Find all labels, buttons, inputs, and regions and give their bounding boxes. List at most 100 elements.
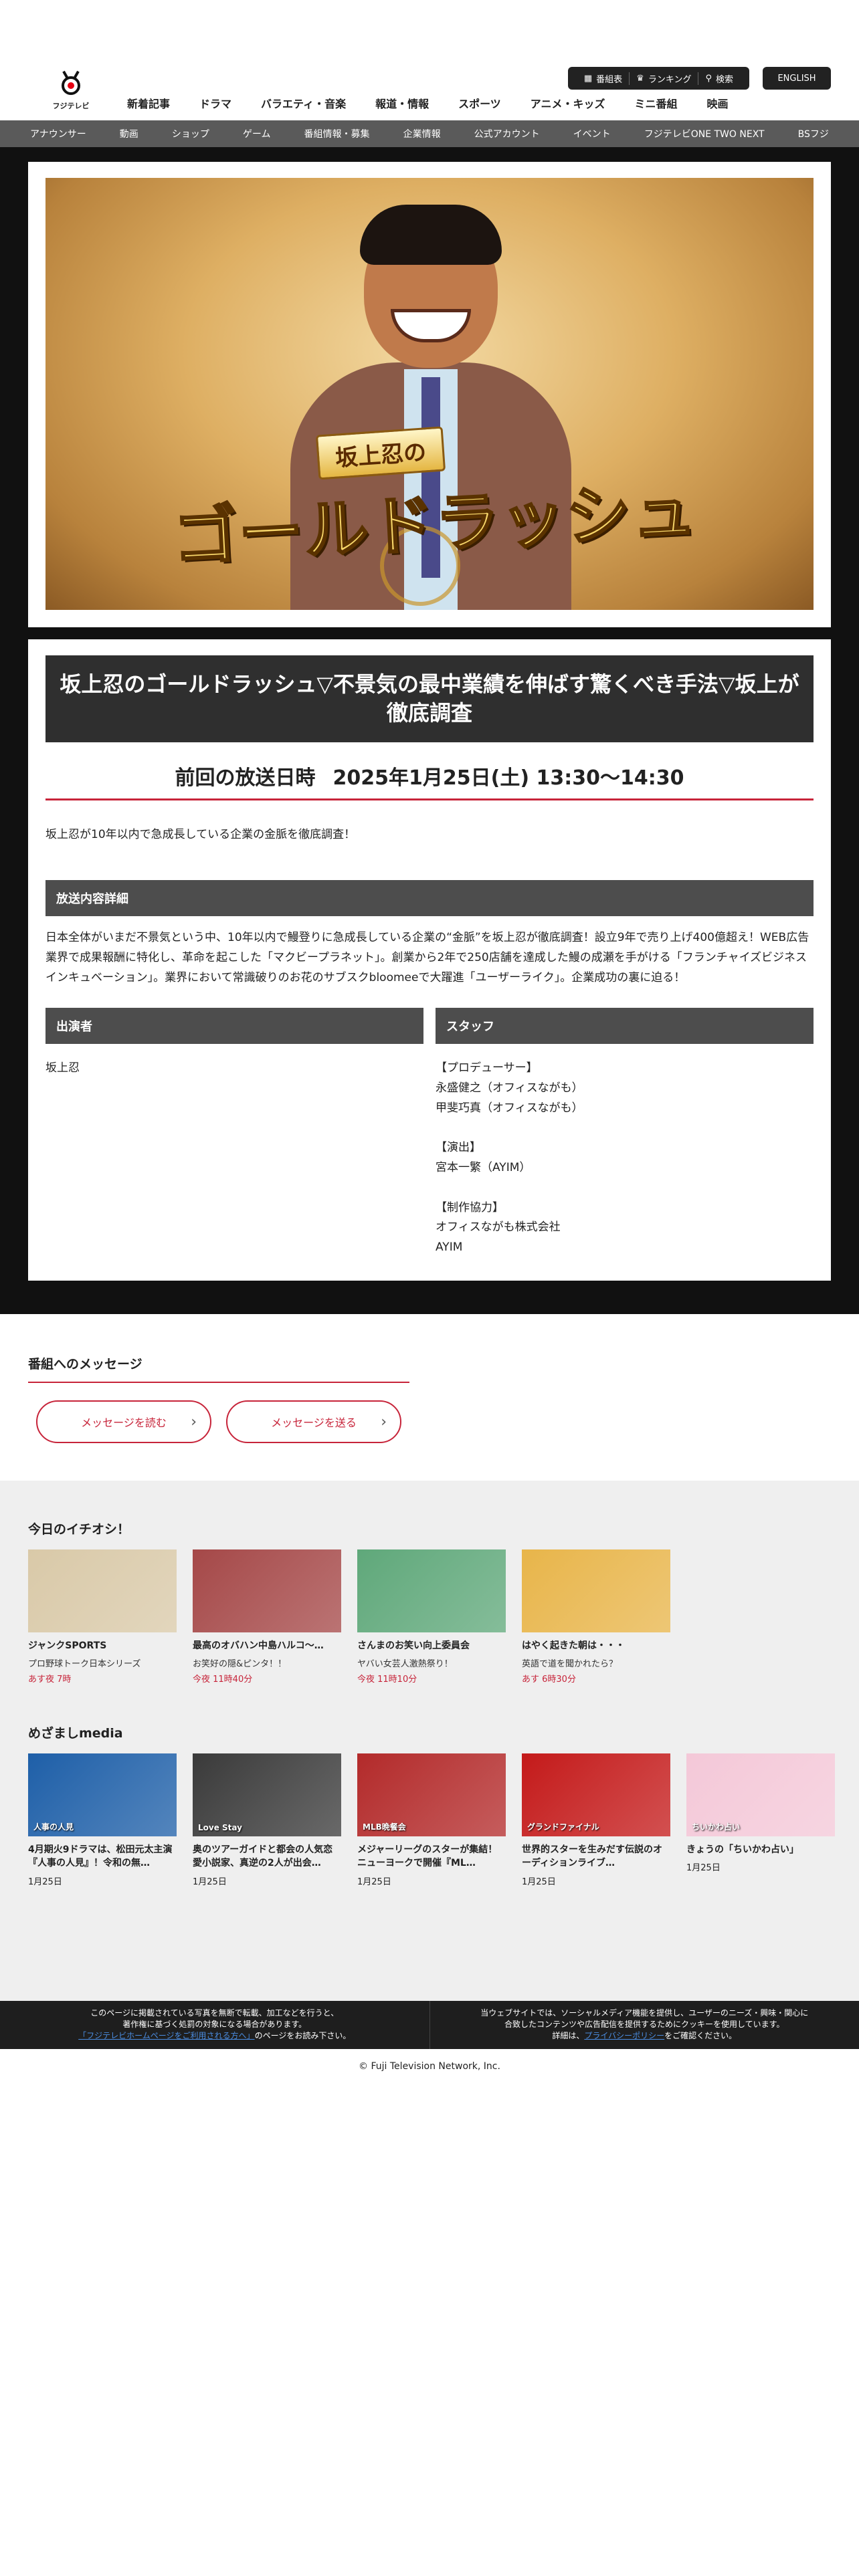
logo-text: フジテレビ [52, 102, 90, 110]
card-subtitle: プロ野球トーク日本シリーズ [28, 1659, 141, 1670]
card-title: さんまのお笑い向上委員会 [357, 1640, 470, 1651]
message-buttons: メッセージを読む › メッセージを送る › [28, 1400, 831, 1443]
program-lead: 坂上忍が10年以内で急成長している企業の金脈を徹底調査！ [45, 828, 356, 841]
nav-drama[interactable]: ドラマ [185, 95, 246, 111]
staff-column: スタッフ 【プロデューサー】 永盛健之（オフィスながも） 甲斐巧真（オフィスなが… [436, 1008, 814, 1258]
cast-list: 坂上忍 [45, 1061, 80, 1075]
detail-text: 日本全体がいまだ不景気という中、10年以内で鰻登りに急成長している企業の“金脈”… [45, 931, 809, 984]
chevron-right-icon: › [381, 1413, 387, 1430]
thumbnail-caption: グランドファイナル [527, 1822, 599, 1832]
fujitv-logo[interactable]: フジテレビ [50, 70, 92, 112]
grid-icon: ▦ [583, 73, 593, 84]
mezamashi-media-heading: めざましmedia [28, 1726, 123, 1741]
card-title: はやく起きた朝は・・・ [522, 1640, 625, 1651]
card-airtime: 今夜 11時10分 [357, 1675, 417, 1685]
nav-news[interactable]: 新着記事 [127, 95, 185, 111]
notice-line: 著作権に基づく処罰の対象になる場合があります。 [122, 2020, 307, 2030]
thumbnail-caption: ちいかわ占い [692, 1822, 741, 1832]
english-button[interactable]: ENGLISH [763, 67, 831, 90]
site-usage-link[interactable]: 「フジテレビホームページをご利用される方へ」 [78, 2031, 254, 2040]
subnav-video[interactable]: 動画 [120, 127, 138, 140]
media-card[interactable]: MLB晩餐会 メジャーリーグのスターが集結！ニューヨークで開催『ML… 1月25… [357, 1753, 506, 1887]
thumbnail-caption: MLB晩餐会 [363, 1822, 406, 1832]
message-section: 番組へのメッセージ メッセージを読む › メッセージを送る › [0, 1314, 859, 1481]
send-message-button[interactable]: メッセージを送る › [226, 1400, 401, 1443]
card-subtitle: お笑好の隠&ピンタ！！ [193, 1659, 287, 1670]
notice-line: このページに掲載されている写真を無断で転載、加工などを行うと、 [90, 2008, 339, 2018]
media-thumbnail: ちいかわ占い [686, 1753, 835, 1837]
subnav-announcer[interactable]: アナウンサー [30, 127, 86, 140]
pickup-cards: ジャンクSPORTS プロ野球トーク日本シリーズ あす夜 7時 最高のオバハン中… [28, 1549, 831, 1685]
sub-nav: アナウンサー 動画 ショップ ゲーム 番組情報・募集 企業情報 公式アカウント … [0, 120, 859, 147]
nav-mini[interactable]: ミニ番組 [619, 95, 692, 111]
staff-heading: スタッフ [436, 1008, 814, 1045]
search-label: 検索 [715, 74, 733, 85]
card-title: ジャンクSPORTS [28, 1640, 107, 1651]
subnav-game[interactable]: ゲーム [243, 127, 271, 140]
broadcast-value: 2025年1月25日(土) 13:30〜14:30 [332, 766, 684, 790]
program-guide-link[interactable]: ▦ 番組表 [577, 72, 629, 85]
staff-list: 【プロデューサー】 永盛健之（オフィスながも） 甲斐巧真（オフィスながも） 【演… [436, 1061, 583, 1254]
cast-heading: 出演者 [45, 1008, 423, 1045]
subnav-corporate[interactable]: 企業情報 [403, 127, 441, 140]
program-key-visual: 坂上忍の ゴールドラッシュ [45, 178, 814, 610]
notice-line: 「フジテレビホームページをご利用される方へ」のページをお読み下さい。 [0, 2030, 430, 2042]
media-card[interactable]: Love Stay 奥のツアーガイドと都会の人気恋愛小説家、真逆の2人が出会… … [193, 1753, 341, 1887]
pickup-card[interactable]: ジャンクSPORTS プロ野球トーク日本シリーズ あす夜 7時 [28, 1549, 177, 1685]
subnav-one-two-next[interactable]: フジテレビONE TWO NEXT [644, 127, 765, 140]
cast-column: 出演者 坂上忍 [45, 1008, 423, 1258]
card-title: 奥のツアーガイドと都会の人気恋愛小説家、真逆の2人が出会… [193, 1844, 333, 1869]
subnav-official-accounts[interactable]: 公式アカウント [474, 127, 540, 140]
recommend-section: 今日のイチオシ！ ジャンクSPORTS プロ野球トーク日本シリーズ あす夜 7時… [0, 1480, 859, 2001]
notice-text: のページをお読み下さい。 [254, 2031, 351, 2041]
notice-line: 詳細は、プライバシーポリシーをご確認ください。 [430, 2030, 859, 2042]
main-nav: 新着記事 ドラマ バラエティ・音楽 報道・情報 スポーツ アニメ・キッズ ミニ番… [127, 95, 743, 111]
media-card[interactable]: グランドファイナル 世界的スターを生みだす伝説のオーディションライブ… 1月25… [522, 1753, 670, 1887]
nav-variety[interactable]: バラエティ・音楽 [246, 95, 361, 111]
notice-text: 詳細は、 [552, 2031, 585, 2041]
site-footer: このページに掲載されている写真を無断で転載、加工などを行うと、 著作権に基づく処… [0, 2000, 859, 2072]
subnav-event[interactable]: イベント [573, 127, 611, 140]
footer-notice: このページに掲載されている写真を無断で転載、加工などを行うと、 著作権に基づく処… [0, 2000, 859, 2049]
pickup-card[interactable]: 最高のオバハン中島ハルコ〜… お笑好の隠&ピンタ！！ 今夜 11時40分 [193, 1549, 341, 1685]
media-thumbnail: グランドファイナル [522, 1753, 670, 1837]
search-link[interactable]: ⚲ 検索 [698, 72, 740, 85]
chevron-right-icon: › [191, 1413, 197, 1430]
program-info-card: 坂上忍のゴールドラッシュ▽不景気の最中業績を伸ばす驚くべき手法▽坂上が徹底調査 … [28, 639, 831, 1281]
media-card[interactable]: 人事の人見 4月期火9ドラマは、松田元太主演『人事の人見』！令和の無… 1月25… [28, 1753, 177, 1887]
card-title: 最高のオバハン中島ハルコ〜… [193, 1640, 324, 1651]
program-section: 坂上忍の ゴールドラッシュ 坂上忍のゴールドラッシュ▽不景気の最中業績を伸ばす驚… [0, 147, 859, 1314]
card-title: きょうの「ちいかわ占い」 [686, 1844, 799, 1856]
ranking-link[interactable]: ♛ ランキング [629, 72, 698, 85]
card-title: 世界的スターを生みだす伝説のオーディションライブ… [522, 1844, 662, 1869]
card-subtitle: 英語で道を聞かれたら？ [522, 1659, 618, 1670]
media-card[interactable]: ちいかわ占い きょうの「ちいかわ占い」 1月25日 [686, 1753, 835, 1887]
card-airtime: あす夜 7時 [28, 1675, 72, 1685]
cookie-notice: 当ウェブサイトでは、ソーシャルメディア機能を提供し、ユーザーのニーズ・興味・関心… [430, 2001, 859, 2049]
crown-icon: ♛ [636, 73, 644, 84]
subnav-bsfuji[interactable]: BSフジ [798, 127, 829, 140]
card-date: 1月25日 [193, 1876, 227, 1887]
subnav-shop[interactable]: ショップ [172, 127, 209, 140]
media-thumbnail: 人事の人見 [28, 1753, 177, 1837]
media-thumbnail: Love Stay [193, 1753, 341, 1837]
nav-movie[interactable]: 映画 [692, 95, 743, 111]
subnav-program-info[interactable]: 番組情報・募集 [304, 127, 370, 140]
pickup-card[interactable]: はやく起きた朝は・・・ 英語で道を聞かれたら？ あす 6時30分 [522, 1549, 670, 1685]
read-message-button[interactable]: メッセージを読む › [36, 1400, 211, 1443]
nav-report[interactable]: 報道・情報 [361, 95, 444, 111]
nav-sports[interactable]: スポーツ [444, 95, 516, 111]
program-title: 坂上忍のゴールドラッシュ▽不景気の最中業績を伸ばす驚くべき手法▽坂上が徹底調査 [45, 655, 814, 742]
card-date: 1月25日 [686, 1863, 721, 1874]
message-heading: 番組へのメッセージ [28, 1354, 409, 1383]
thumbnail-caption: Love Stay [198, 1823, 242, 1833]
pickup-card[interactable]: さんまのお笑い向上委員会 ヤバい女芸人激熱祭り！ 今夜 11時10分 [357, 1549, 506, 1685]
pickup-thumbnail [357, 1549, 506, 1632]
site-header: フジテレビ ▦ 番組表 ♛ ランキング ⚲ 検索 ENGLISH 新着記事 ドラ… [0, 0, 859, 120]
privacy-policy-link[interactable]: プライバシーポリシー [584, 2031, 664, 2040]
card-airtime: 今夜 11時40分 [193, 1675, 253, 1685]
send-message-label: メッセージを送る [271, 1416, 357, 1429]
card-title: メジャーリーグのスターが集結！ニューヨークで開催『ML… [357, 1844, 498, 1869]
card-date: 1月25日 [28, 1876, 62, 1887]
nav-anime[interactable]: アニメ・キッズ [516, 95, 620, 111]
